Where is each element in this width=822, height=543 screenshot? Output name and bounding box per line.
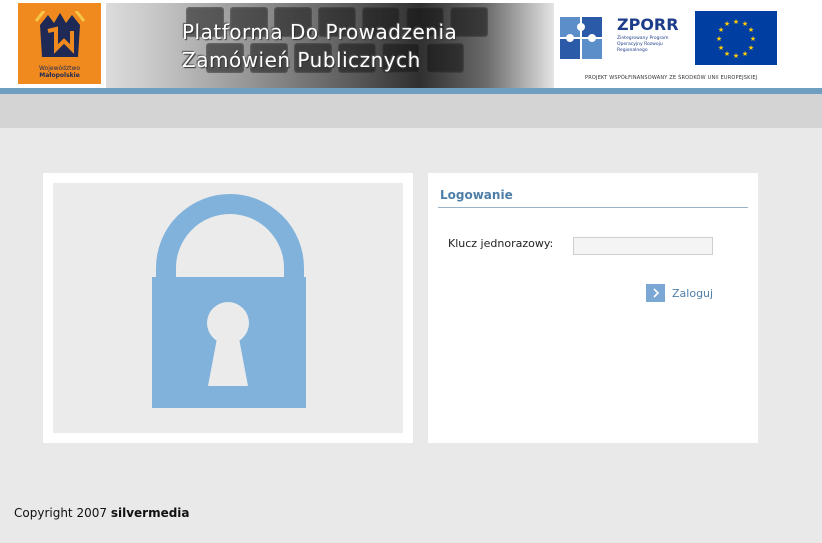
login-divider xyxy=(438,207,748,208)
login-button-label[interactable]: Zaloguj xyxy=(672,287,713,300)
login-title: Logowanie xyxy=(440,188,513,202)
svg-text:★: ★ xyxy=(742,50,748,58)
svg-text:★: ★ xyxy=(750,35,756,43)
nav-band xyxy=(0,94,822,128)
logo-text-line1: Województwo xyxy=(38,65,81,72)
one-time-key-label: Klucz jednorazowy: xyxy=(448,237,554,250)
chevron-right-icon[interactable] xyxy=(646,284,665,302)
logo-text-line2: Małopolskie xyxy=(39,72,80,79)
login-button[interactable]: Zaloguj xyxy=(646,284,713,302)
padlock-icon xyxy=(152,194,306,408)
svg-text:★: ★ xyxy=(748,26,754,34)
svg-text:★: ★ xyxy=(748,44,754,52)
one-time-key-input[interactable] xyxy=(573,237,713,255)
eu-flag-icon: ★ ★ ★ ★ ★ ★ ★ ★ ★ ★ ★ ★ xyxy=(695,11,777,65)
malopolska-emblem-icon xyxy=(34,11,86,57)
malopolska-logo: Województwo Małopolskie xyxy=(18,3,101,84)
banner-title-line2: Zamówień Publicznych xyxy=(182,48,421,72)
login-panel: Logowanie Klucz jednorazowy: Zaloguj xyxy=(428,173,758,443)
zporr-puzzle-icon xyxy=(560,17,602,59)
lock-illustration xyxy=(53,183,403,433)
svg-text:★: ★ xyxy=(733,18,739,26)
footer: Copyright 2007 silvermedia xyxy=(14,506,190,520)
svg-text:★: ★ xyxy=(724,20,730,28)
partner-logos: ZPORR Zintegrowany Program Operacyjny Ro… xyxy=(554,3,822,88)
footer-brand: silvermedia xyxy=(110,506,190,520)
page-header: Województwo Małopolskie Platforma Do Pro… xyxy=(0,0,822,88)
zporr-title: ZPORR xyxy=(617,15,679,34)
project-cofinanced-text: PROJEKT WSPÓŁFINANSOWANY ZE ŚRODKÓW UNII… xyxy=(585,75,758,81)
lock-panel xyxy=(43,173,413,443)
zporr-subtitle: Zintegrowany Program Operacyjny Rozwoju … xyxy=(617,36,669,53)
keyboard-banner-image xyxy=(106,3,554,88)
svg-text:★: ★ xyxy=(733,52,739,60)
banner-title-line1: Platforma Do Prowadzenia xyxy=(182,20,458,44)
copyright-text: Copyright 2007 xyxy=(14,506,107,520)
svg-text:★: ★ xyxy=(716,35,722,43)
svg-text:★: ★ xyxy=(718,44,724,52)
svg-text:★: ★ xyxy=(724,50,730,58)
